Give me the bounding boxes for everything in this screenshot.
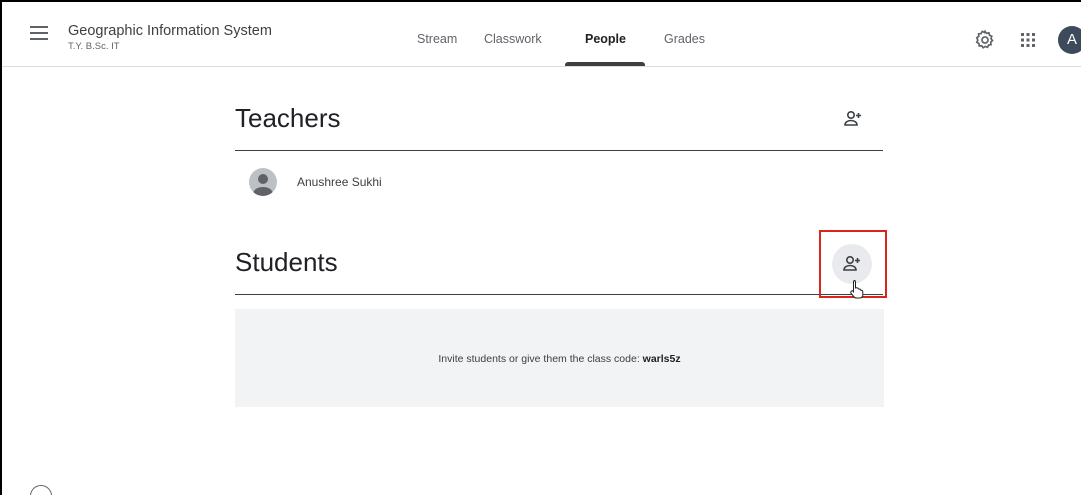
add-teacher-button[interactable] (833, 99, 873, 139)
teacher-list-item[interactable]: Anushree Sukhi (235, 162, 883, 202)
add-person-icon (844, 110, 861, 126)
top-app-bar: Geographic Information System T.Y. B.Sc.… (2, 2, 1081, 67)
invite-message-text: Invite students or give them the class c… (438, 353, 643, 365)
help-icon[interactable] (30, 485, 52, 495)
tab-classwork[interactable]: Classwork (484, 32, 542, 46)
class-title[interactable]: Geographic Information System (68, 23, 272, 39)
class-code[interactable]: warls5z (643, 353, 681, 365)
teachers-divider (235, 150, 883, 151)
apps-grid-icon[interactable] (1020, 32, 1036, 48)
avatar (249, 168, 277, 196)
tab-people[interactable]: People (585, 32, 626, 46)
tab-grades[interactable]: Grades (664, 32, 705, 46)
account-avatar[interactable]: A (1058, 26, 1081, 54)
invite-message: Invite students or give them the class c… (235, 353, 884, 365)
students-divider (235, 294, 883, 295)
teacher-name: Anushree Sukhi (297, 175, 382, 189)
invite-students-panel: Invite students or give them the class c… (235, 309, 884, 407)
teachers-heading: Teachers (235, 103, 341, 133)
app-frame: Geographic Information System T.Y. B.Sc.… (0, 0, 1081, 495)
hand-cursor-icon (849, 279, 865, 304)
students-heading: Students (235, 247, 338, 277)
active-tab-indicator (565, 62, 645, 66)
hamburger-menu-icon[interactable] (30, 26, 48, 40)
class-subtitle: T.Y. B.Sc. IT (68, 41, 120, 52)
gear-icon[interactable] (974, 29, 996, 51)
tab-stream[interactable]: Stream (417, 32, 457, 46)
